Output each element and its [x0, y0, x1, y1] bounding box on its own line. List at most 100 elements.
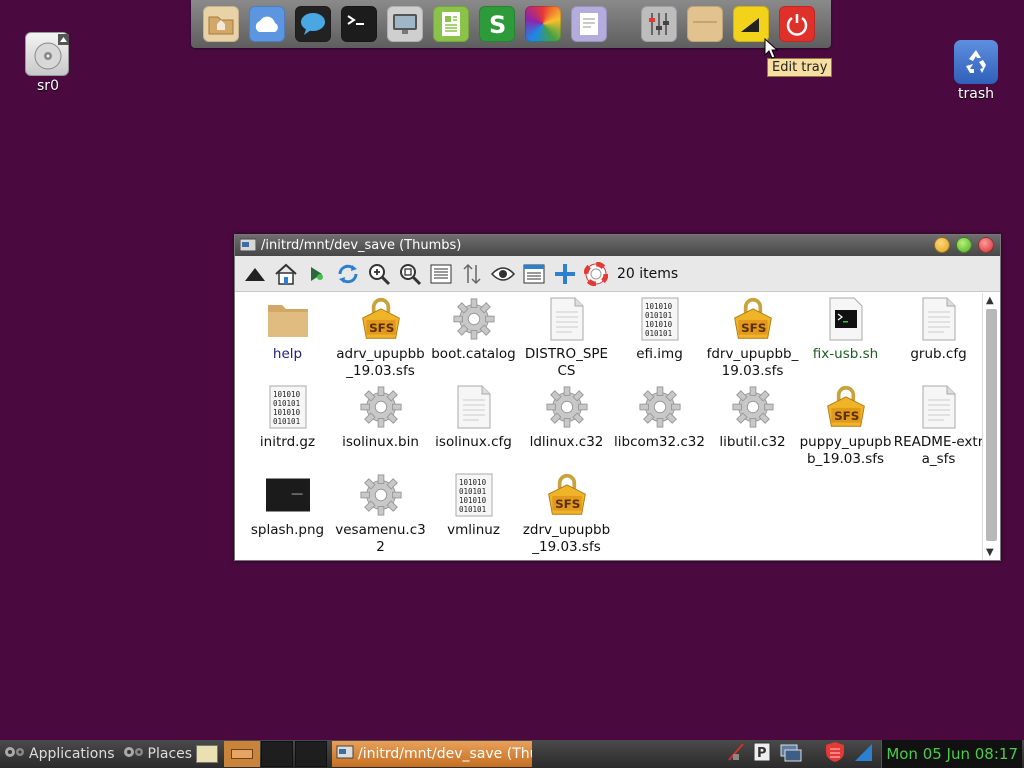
- home-folder-icon[interactable]: [203, 6, 239, 42]
- terminal-icon[interactable]: [341, 6, 377, 42]
- show-hidden-eye-icon[interactable]: [491, 262, 515, 286]
- file-item[interactable]: ldlinux.c32: [520, 381, 613, 469]
- file-name: vmlinuz: [447, 522, 500, 538]
- gear-file-icon: [731, 385, 775, 429]
- window-controls: [934, 237, 994, 253]
- sort-icon[interactable]: [460, 262, 484, 286]
- maximize-button[interactable]: [956, 237, 972, 253]
- svg-text:101010: 101010: [273, 390, 301, 399]
- spreadsheet-icon[interactable]: S: [479, 6, 515, 42]
- file-item[interactable]: DISTRO_SPECS: [520, 293, 613, 381]
- file-item[interactable]: SFS puppy_upupbb_19.03.sfs: [799, 381, 892, 469]
- package-manager-icon[interactable]: P: [753, 742, 771, 766]
- workspace-3-button[interactable]: [295, 741, 328, 767]
- file-item[interactable]: vesamenu.c32: [334, 469, 427, 557]
- close-button[interactable]: [978, 237, 994, 253]
- file-name: README-extra_sfs: [893, 434, 984, 467]
- svg-text:SFS: SFS: [369, 321, 394, 335]
- svg-text:010101: 010101: [273, 417, 300, 426]
- cloud-icon[interactable]: [249, 6, 285, 42]
- text-editor-icon[interactable]: [571, 6, 607, 42]
- file-name: initrd.gz: [259, 434, 316, 450]
- doc-file-icon: [545, 297, 589, 341]
- applications-menu[interactable]: Applications: [0, 740, 119, 768]
- file-item[interactable]: libcom32.c32: [613, 381, 706, 469]
- file-toolbar: 20 items: [235, 256, 1000, 292]
- file-item[interactable]: SFS zdrv_upupbb_19.03.sfs: [520, 469, 613, 557]
- file-list-area: help SFS adrv_upupbb_19.03.sfs boot.catalog…: [235, 293, 985, 560]
- monitor-icon[interactable]: [387, 6, 423, 42]
- file-name: fix-usb.sh: [812, 346, 879, 362]
- applications-label: Applications: [29, 746, 115, 762]
- document-writer-icon[interactable]: [433, 6, 469, 42]
- file-item[interactable]: help: [241, 293, 334, 381]
- desktop-icon-trash[interactable]: trash: [952, 40, 1000, 102]
- desktop-icon-sr0[interactable]: sr0: [25, 32, 71, 94]
- home-icon[interactable]: [274, 262, 298, 286]
- file-item[interactable]: isolinux.bin: [334, 381, 427, 469]
- up-arrow-icon[interactable]: [243, 262, 267, 286]
- scrollbar-thumb[interactable]: [986, 309, 997, 541]
- file-name: vesamenu.c32: [335, 522, 426, 555]
- file-item[interactable]: README-extra_sfs: [892, 381, 985, 469]
- mouse-cursor-icon: [764, 38, 778, 59]
- workspace-2-button[interactable]: [261, 741, 294, 767]
- details-list-icon[interactable]: [429, 262, 453, 286]
- scroll-up-icon[interactable]: ▲: [986, 295, 994, 306]
- file-item[interactable]: 101010 010101 101010 010101 initrd.gz: [241, 381, 334, 469]
- zoom-in-icon[interactable]: [367, 262, 391, 286]
- places-menu[interactable]: Places: [119, 740, 197, 768]
- gear-file-icon: [359, 473, 403, 517]
- folder-window-icon: [336, 744, 354, 764]
- file-name: DISTRO_SPECS: [524, 346, 609, 379]
- sfs-file-icon: SFS: [359, 297, 403, 341]
- file-item[interactable]: splash.png: [241, 469, 334, 557]
- file-item[interactable]: grub.cfg: [892, 293, 985, 381]
- file-item[interactable]: fix-usb.sh: [799, 293, 892, 381]
- file-name: isolinux.bin: [342, 434, 419, 450]
- file-item[interactable]: isolinux.cfg: [427, 381, 520, 469]
- volume-icon[interactable]: [853, 742, 873, 766]
- network-disconnected-icon[interactable]: [727, 742, 745, 766]
- clock[interactable]: Mon 05 Jun 08:17: [881, 740, 1022, 768]
- view-options-icon[interactable]: [522, 262, 546, 286]
- power-icon[interactable]: [779, 6, 815, 42]
- mixer-settings-icon[interactable]: [641, 6, 677, 42]
- file-item[interactable]: boot.catalog: [427, 293, 520, 381]
- color-palette-icon[interactable]: [525, 6, 561, 42]
- taskbar: Applications Places /initrd/mnt/dev_save…: [0, 740, 1024, 768]
- file-name: isolinux.cfg: [435, 434, 512, 450]
- scroll-down-icon[interactable]: ▼: [986, 547, 994, 558]
- refresh-icon[interactable]: [336, 262, 360, 286]
- minimize-button[interactable]: [934, 237, 950, 253]
- svg-text:P: P: [757, 746, 767, 761]
- vertical-scrollbar[interactable]: ▲ ▼: [982, 293, 1000, 560]
- workspace-1-button[interactable]: [224, 741, 261, 767]
- show-desktop-icon[interactable]: [196, 745, 219, 763]
- file-item[interactable]: SFS adrv_upupbb_19.03.sfs: [334, 293, 427, 381]
- file-name: efi.img: [636, 346, 683, 362]
- add-plus-icon[interactable]: [553, 262, 577, 286]
- desktop-icon-label: trash: [958, 86, 994, 102]
- file-item[interactable]: libutil.c32: [706, 381, 799, 469]
- window-titlebar[interactable]: /initrd/mnt/dev_save (Thumbs): [235, 235, 1000, 256]
- svg-text:S: S: [489, 11, 506, 38]
- recycle-icon: [954, 40, 998, 84]
- file-name: fdrv_upupbb_19.03.sfs: [706, 346, 799, 379]
- svg-text:101010: 101010: [273, 408, 301, 417]
- file-item[interactable]: 101010 010101 101010 010101 vmlinuz: [427, 469, 520, 557]
- svg-text:SFS: SFS: [555, 497, 580, 511]
- edit-tray-icon[interactable]: [733, 6, 769, 42]
- computer-devices-icon[interactable]: [779, 742, 803, 766]
- firewall-shield-icon[interactable]: [825, 741, 845, 767]
- file-grid: help SFS adrv_upupbb_19.03.sfs boot.catalog…: [241, 293, 985, 557]
- taskbar-window-button[interactable]: /initrd/mnt/dev_save (Thur: [332, 741, 533, 767]
- file-item[interactable]: 101010 010101 101010 010101 efi.img: [613, 293, 706, 381]
- box-icon[interactable]: [687, 6, 723, 42]
- chat-icon[interactable]: [295, 6, 331, 42]
- zoom-fit-icon[interactable]: [398, 262, 422, 286]
- help-lifebuoy-icon[interactable]: [584, 261, 608, 286]
- scripts-arrow-icon[interactable]: [305, 262, 329, 286]
- file-item[interactable]: SFS fdrv_upupbb_19.03.sfs: [706, 293, 799, 381]
- window-title: /initrd/mnt/dev_save (Thumbs): [261, 238, 462, 253]
